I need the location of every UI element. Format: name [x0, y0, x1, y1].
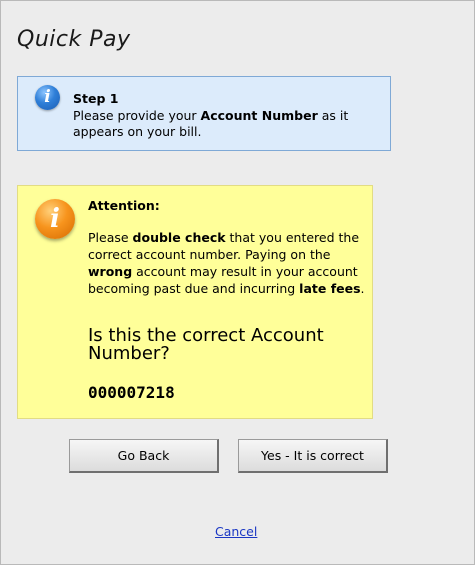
cancel-link[interactable]: Cancel — [215, 524, 257, 539]
step-info-box: i Step 1 Please provide your Account Num… — [17, 76, 391, 151]
warning-info-icon: i — [35, 199, 75, 239]
attention-text-part: . — [360, 281, 365, 296]
go-back-button[interactable]: Go Back — [69, 439, 219, 473]
account-number: 000007218 — [88, 383, 175, 402]
attention-text-emphasis: double check — [132, 230, 226, 245]
step-heading: Step 1 — [73, 91, 119, 106]
attention-message: Please double check that you entered the… — [88, 229, 366, 297]
attention-text-emphasis: wrong — [88, 264, 133, 279]
attention-heading: Attention: — [88, 198, 160, 213]
step-instructions: Please provide your Account Number as it… — [73, 108, 373, 140]
step-text-part: Please provide your — [73, 108, 201, 123]
attention-text-part: Please — [88, 230, 133, 245]
page-title: Quick Pay — [17, 27, 131, 52]
attention-text-emphasis: late fees — [299, 281, 361, 296]
attention-box: i Attention: Please double check that yo… — [17, 185, 373, 419]
quick-pay-window: Quick Pay i Step 1 Please provide your A… — [0, 0, 475, 565]
info-icon: i — [35, 85, 60, 110]
confirm-question: Is this the correct Account Number? — [88, 325, 324, 364]
confirm-button[interactable]: Yes - It is correct — [238, 439, 388, 473]
step-text-emphasis: Account Number — [200, 108, 318, 123]
